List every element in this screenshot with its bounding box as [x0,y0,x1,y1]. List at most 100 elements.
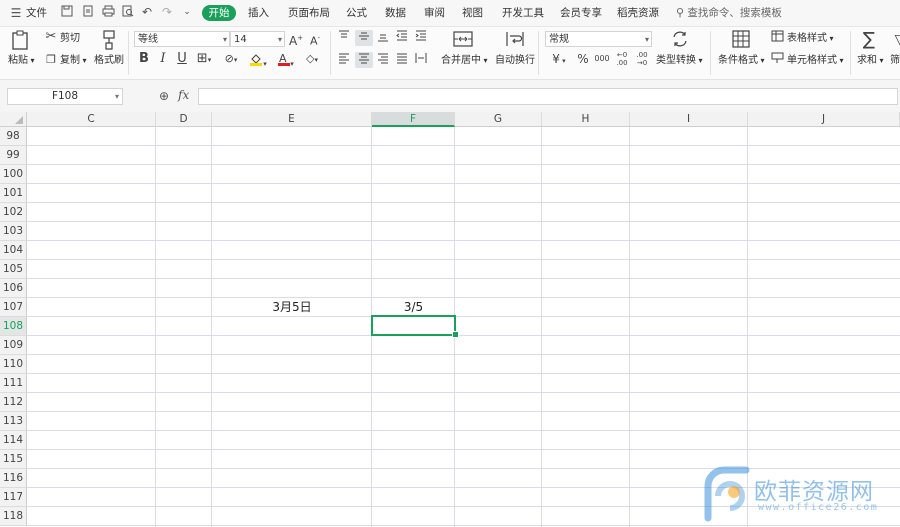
row-header-112[interactable]: 112 [0,393,27,412]
column-header-i[interactable]: I [630,112,748,127]
wrap-text-button[interactable]: 自动换行 [495,54,535,67]
row-header-115[interactable]: 115 [0,450,27,469]
tab-formula[interactable]: 公式 [346,5,367,21]
row-header-110[interactable]: 110 [0,355,27,374]
print-icon[interactable] [101,5,115,19]
row-header-106[interactable]: 106 [0,279,27,298]
fill-color-icon[interactable]: ▾ [248,52,268,71]
type-convert-icon[interactable] [670,30,690,50]
row-header-103[interactable]: 103 [0,222,27,241]
row-header-116[interactable]: 116 [0,469,27,488]
format-painter-icon[interactable] [99,30,119,50]
sum-button[interactable]: 求和 ▾ [857,54,884,67]
filter-icon[interactable]: ▽ [890,30,900,50]
increase-decimal-icon[interactable]: ←0.00 [614,51,630,67]
copy-icon[interactable]: ❐ [44,53,58,67]
formula-input[interactable] [198,88,898,105]
tab-docer[interactable]: 稻壳资源 [617,5,659,21]
row-header-105[interactable]: 105 [0,260,27,279]
row-header-98[interactable]: 98 [0,127,27,146]
strikethrough-format-icon[interactable]: ⊘▾ [222,52,240,67]
align-left-icon[interactable] [337,52,351,68]
percent-icon[interactable]: % [576,52,590,66]
customize-toolbar-chevron-icon[interactable]: ⌄ [180,5,194,19]
underline-icon[interactable]: U [175,52,189,66]
column-header-e[interactable]: E [212,112,372,127]
eraser-icon[interactable]: ◇▾ [302,52,322,67]
merge-center-button[interactable]: 合并居中 ▾ [441,54,488,67]
decrease-font-icon[interactable]: A- [308,31,322,49]
align-right-icon[interactable] [376,52,390,68]
italic-icon[interactable]: I [156,52,170,66]
tab-view[interactable]: 视图 [462,5,483,21]
row-header-111[interactable]: 111 [0,374,27,393]
cell-e107[interactable]: 3月5日 [212,298,372,317]
print-preview-icon[interactable] [121,5,135,19]
format-painter-button[interactable]: 格式刷 [94,54,124,67]
justify-icon[interactable] [395,52,409,68]
cut-button[interactable]: 剪切 [60,32,80,45]
row-header-118[interactable]: 118 [0,507,27,526]
copy-button[interactable]: 复制 ▾ [60,54,87,67]
row-header-104[interactable]: 104 [0,241,27,260]
hamburger-menu-icon[interactable]: ☰ [9,6,23,20]
currency-icon[interactable]: ¥ ▾ [548,52,570,68]
font-name-select[interactable]: 等线 ▾ [134,31,230,47]
decrease-decimal-icon[interactable]: .00 →0 [634,51,650,67]
redo-icon[interactable]: ↷ [160,5,174,19]
row-header-117[interactable]: 117 [0,488,27,507]
increase-font-icon[interactable]: A+ [289,31,303,48]
table-style-icon[interactable] [770,30,784,46]
row-header-101[interactable]: 101 [0,184,27,203]
conditional-format-icon[interactable] [731,30,751,50]
bold-icon[interactable]: B [137,52,151,66]
paste-icon[interactable] [10,30,30,50]
align-top-icon[interactable] [337,30,351,46]
scissors-icon[interactable]: ✂ [44,30,58,44]
cell-style-button[interactable]: 单元格样式 ▾ [787,54,844,67]
row-header-107[interactable]: 107 [0,298,27,317]
name-box[interactable]: F108 ▾ [7,88,123,105]
row-header-114[interactable]: 114 [0,431,27,450]
sum-icon[interactable]: ∑ [859,30,879,50]
row-header-102[interactable]: 102 [0,203,27,222]
table-style-button[interactable]: 表格样式 ▾ [787,32,834,45]
distributed-align-icon[interactable] [414,52,428,68]
align-middle-icon[interactable] [355,30,373,46]
tab-member[interactable]: 会员专享 [560,5,602,21]
thousands-separator-icon[interactable]: 000 [594,52,610,66]
tab-page-layout[interactable]: 页面布局 [288,5,330,21]
tab-review[interactable]: 审阅 [424,5,445,21]
conditional-format-button[interactable]: 条件格式 ▾ [718,54,765,67]
type-convert-button[interactable]: 类型转换 ▾ [656,54,703,67]
spreadsheet-grid[interactable]: C D E F G H I J 98 99 100 101 102 103 10… [0,112,900,527]
zoom-search-icon[interactable]: ⊕ [159,89,169,103]
selected-cell-f108[interactable] [371,315,456,336]
column-header-d[interactable]: D [156,112,212,127]
row-header-113[interactable]: 113 [0,412,27,431]
command-search[interactable]: ⚲ 查找命令、搜索模板 [676,5,782,20]
font-size-select[interactable]: 14 ▾ [230,31,285,47]
undo-icon[interactable]: ↶ [140,5,154,19]
tab-developer[interactable]: 开发工具 [502,5,544,21]
decrease-indent-icon[interactable] [395,30,409,46]
menu-file[interactable]: 文件 [26,5,47,21]
cell-style-icon[interactable] [770,52,784,68]
align-center-icon[interactable] [355,52,373,68]
column-header-c[interactable]: C [27,112,156,127]
function-icon[interactable]: fx [178,88,189,102]
tab-home[interactable]: 开始 [202,5,236,21]
tab-insert[interactable]: 插入 [248,5,269,21]
column-header-g[interactable]: G [455,112,542,127]
tab-data[interactable]: 数据 [385,5,406,21]
export-pdf-icon[interactable] [81,5,95,19]
column-header-f[interactable]: F [372,112,455,127]
row-header-108[interactable]: 108 [0,317,27,336]
fill-handle[interactable] [452,331,459,338]
merge-center-icon[interactable] [452,30,474,50]
paste-button[interactable]: 粘贴 ▾ [8,54,35,67]
column-header-j[interactable]: J [748,112,900,127]
increase-indent-icon[interactable] [414,30,428,46]
row-header-109[interactable]: 109 [0,336,27,355]
save-icon[interactable] [60,5,74,19]
